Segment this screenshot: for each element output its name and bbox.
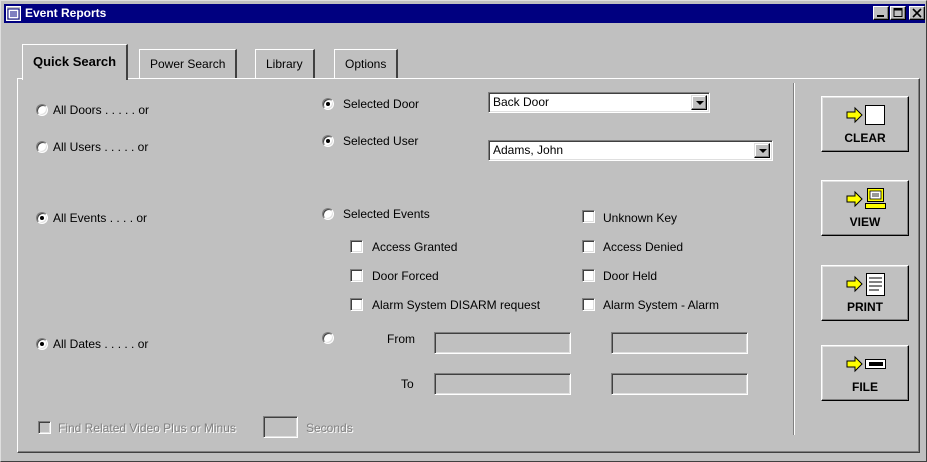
chevron-down-icon[interactable] (754, 143, 770, 158)
to-label: To (401, 377, 414, 391)
event-reports-window: Event Reports Quick Search Power Search … (0, 0, 927, 462)
view-button[interactable]: VIEW (821, 180, 909, 236)
all-events-radio[interactable] (36, 212, 48, 224)
minimize-button[interactable] (873, 6, 889, 20)
maximize-icon (893, 8, 903, 17)
video-seconds-field[interactable] (263, 416, 298, 438)
view-label: VIEW (849, 215, 881, 229)
door-select-value: Back Door (493, 95, 550, 109)
all-dates-label: All Dates . . . . . or (53, 337, 149, 351)
app-icon (6, 6, 21, 21)
print-label: PRINT (847, 300, 883, 314)
user-select[interactable]: Adams, John (488, 140, 773, 161)
alarm-disarm-label: Alarm System DISARM request (372, 298, 541, 312)
access-granted-checkbox[interactable] (350, 240, 363, 253)
tab-power-search[interactable]: Power Search (139, 49, 238, 79)
selected-events-label: Selected Events (343, 207, 430, 221)
access-denied-label: Access Denied (603, 240, 684, 254)
tab-library[interactable]: Library (255, 49, 315, 79)
selected-user-radio[interactable] (322, 135, 334, 147)
all-doors-label: All Doors . . . . . or (53, 103, 150, 117)
all-users-label: All Users . . . . . or (53, 140, 149, 154)
clear-label: CLEAR (844, 131, 886, 145)
to-date-field[interactable] (434, 373, 571, 395)
to-time-field[interactable] (611, 373, 748, 395)
clear-button[interactable]: CLEAR (821, 96, 909, 152)
file-icon (846, 355, 886, 373)
find-video-label: Find Related Video Plus or Minus (58, 421, 236, 435)
selected-door-radio[interactable] (322, 98, 334, 110)
from-label: From (387, 332, 415, 346)
door-forced-label: Door Forced (372, 269, 439, 283)
access-denied-checkbox[interactable] (582, 240, 595, 253)
door-select[interactable]: Back Door (488, 92, 710, 113)
find-video-checkbox[interactable] (38, 421, 51, 434)
maximize-button[interactable] (890, 6, 906, 20)
from-date-field[interactable] (434, 332, 571, 354)
alarm-disarm-checkbox[interactable] (350, 298, 363, 311)
seconds-label: Seconds (306, 421, 353, 435)
all-dates-radio[interactable] (36, 338, 48, 350)
panel-divider (793, 83, 795, 435)
quick-search-panel (17, 78, 920, 453)
user-select-value: Adams, John (493, 143, 564, 157)
tab-options[interactable]: Options (334, 49, 399, 79)
title-bar: Event Reports (4, 4, 925, 23)
file-button[interactable]: FILE (821, 345, 909, 401)
print-button[interactable]: PRINT (821, 265, 909, 321)
access-granted-label: Access Granted (372, 240, 458, 254)
selected-user-label: Selected User (343, 134, 419, 148)
alarm-system-alarm-checkbox[interactable] (582, 298, 595, 311)
chevron-down-icon[interactable] (691, 95, 707, 110)
alarm-system-alarm-label: Alarm System - Alarm (603, 298, 720, 312)
door-held-label: Door Held (603, 269, 658, 283)
date-range-radio[interactable] (322, 332, 334, 344)
tab-quick-search[interactable]: Quick Search (22, 44, 129, 80)
close-button[interactable] (909, 6, 925, 20)
print-icon (846, 273, 885, 296)
file-label: FILE (852, 380, 878, 394)
all-doors-radio[interactable] (36, 104, 48, 116)
selected-events-radio[interactable] (322, 208, 334, 220)
window-title: Event Reports (25, 6, 107, 20)
minimize-icon (877, 15, 884, 17)
clear-icon (846, 105, 885, 125)
door-forced-checkbox[interactable] (350, 269, 363, 282)
all-events-label: All Events . . . . or (53, 211, 148, 225)
selected-door-label: Selected Door (343, 97, 420, 111)
from-time-field[interactable] (611, 332, 748, 354)
all-users-radio[interactable] (36, 141, 48, 153)
unknown-key-label: Unknown Key (603, 211, 678, 225)
close-icon (912, 8, 922, 18)
door-held-checkbox[interactable] (582, 269, 595, 282)
view-icon (846, 188, 886, 209)
unknown-key-checkbox[interactable] (582, 210, 595, 223)
